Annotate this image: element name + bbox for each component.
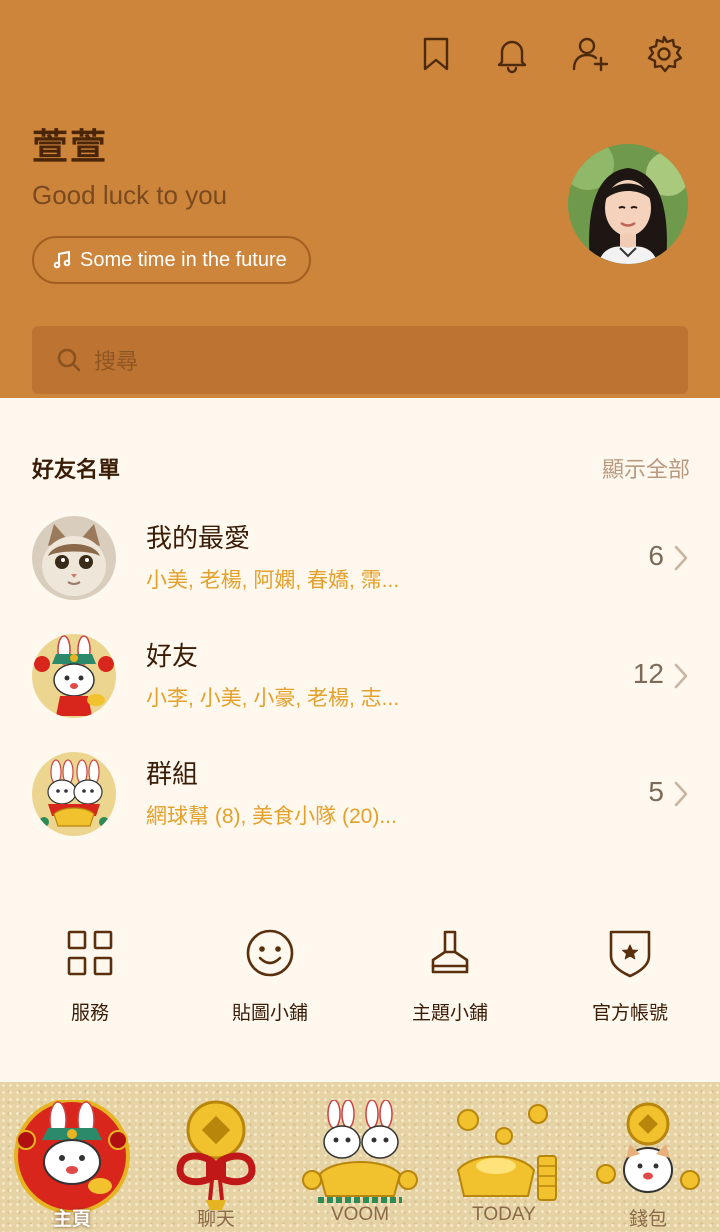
voom-rabbits-icon	[302, 1100, 418, 1203]
chevron-right-icon	[672, 543, 690, 573]
tab-home[interactable]: 主頁	[0, 1082, 144, 1232]
bookmark-icon[interactable]	[414, 32, 458, 76]
friend-group-friends[interactable]: 好友 小李, 小美, 小豪, 老楊, 志... 12	[0, 634, 720, 738]
wallet-dog-icon	[596, 1102, 700, 1193]
profile-header: 萱萱 Good luck to you Some time in the fut…	[0, 0, 720, 398]
home-rabbit-icon	[14, 1100, 130, 1212]
tab-home-label: 主頁	[52, 1209, 91, 1230]
chevron-right-icon	[672, 779, 690, 809]
bell-icon[interactable]	[490, 32, 534, 76]
groups-count: 5	[648, 776, 664, 807]
music-title: Some time in the future	[80, 248, 287, 271]
official-accounts-button[interactable]: 官方帳號	[555, 926, 705, 1026]
tab-voom-label: VOOM	[330, 1204, 390, 1225]
profile-avatar[interactable]	[568, 144, 688, 264]
search-icon	[57, 348, 81, 372]
status-message[interactable]: Good luck to you	[32, 180, 227, 211]
groups-title: 群組	[146, 760, 199, 790]
profile-name[interactable]: 萱萱	[32, 118, 108, 170]
favorites-avatar	[32, 516, 116, 600]
sticker-shop-label: 貼圖小鋪	[231, 1002, 308, 1024]
services-button[interactable]: 服務	[15, 926, 165, 1026]
favorites-title: 我的最愛	[146, 524, 251, 554]
tab-wallet-label: 錢包	[628, 1209, 667, 1230]
sticker-shop-button[interactable]: 貼圖小鋪	[195, 926, 345, 1026]
show-all-link[interactable]: 顯示全部	[602, 452, 690, 484]
grid-icon	[67, 930, 113, 976]
tab-voom[interactable]: VOOM	[288, 1082, 432, 1232]
friends-title: 好友	[146, 642, 199, 672]
tab-chats-label: 聊天	[196, 1209, 235, 1230]
music-note-icon	[53, 250, 71, 269]
shield-star-icon	[609, 930, 651, 978]
chevron-right-icon	[672, 661, 690, 691]
services-label: 服務	[70, 1002, 109, 1024]
bottom-tab-bar: 主頁 聊天 VOOM TODAY 錢包	[0, 1082, 720, 1232]
smiley-icon	[246, 929, 294, 977]
friends-count: 12	[632, 658, 664, 689]
gear-icon[interactable]	[642, 32, 686, 76]
theme-shop-button[interactable]: 主題小鋪	[375, 926, 525, 1026]
friends-members: 小李, 小美, 小豪, 老楊, 志...	[146, 687, 400, 710]
today-gold-icon	[456, 1104, 557, 1201]
friend-group-favorites[interactable]: 我的最愛 小美, 老楊, 阿嫻, 春嬌, 霈... 6	[0, 516, 720, 620]
friend-list-title: 好友名單	[32, 458, 121, 483]
search-bar[interactable]: 搜尋	[32, 326, 688, 394]
official-accounts-label: 官方帳號	[591, 1002, 668, 1024]
tab-today-label: TODAY	[472, 1204, 536, 1225]
add-friend-icon[interactable]	[568, 32, 612, 76]
favorites-members: 小美, 老楊, 阿嫻, 春嬌, 霈...	[146, 569, 400, 592]
profile-music-button[interactable]: Some time in the future	[32, 236, 311, 284]
friend-group-groups[interactable]: 群組 網球幫 (8), 美食小隊 (20)... 5	[0, 752, 720, 856]
theme-shop-label: 主題小鋪	[411, 1002, 488, 1024]
brush-icon	[431, 930, 469, 974]
tab-chats[interactable]: 聊天	[144, 1082, 288, 1232]
chat-coin-knot-icon	[176, 1100, 256, 1210]
groups-avatar	[32, 752, 116, 836]
tab-wallet[interactable]: 錢包	[576, 1082, 720, 1232]
search-placeholder: 搜尋	[94, 350, 139, 375]
friends-avatar	[32, 634, 116, 718]
favorites-count: 6	[648, 540, 664, 571]
tab-today[interactable]: TODAY	[432, 1082, 576, 1232]
groups-members: 網球幫 (8), 美食小隊 (20)...	[146, 805, 397, 828]
